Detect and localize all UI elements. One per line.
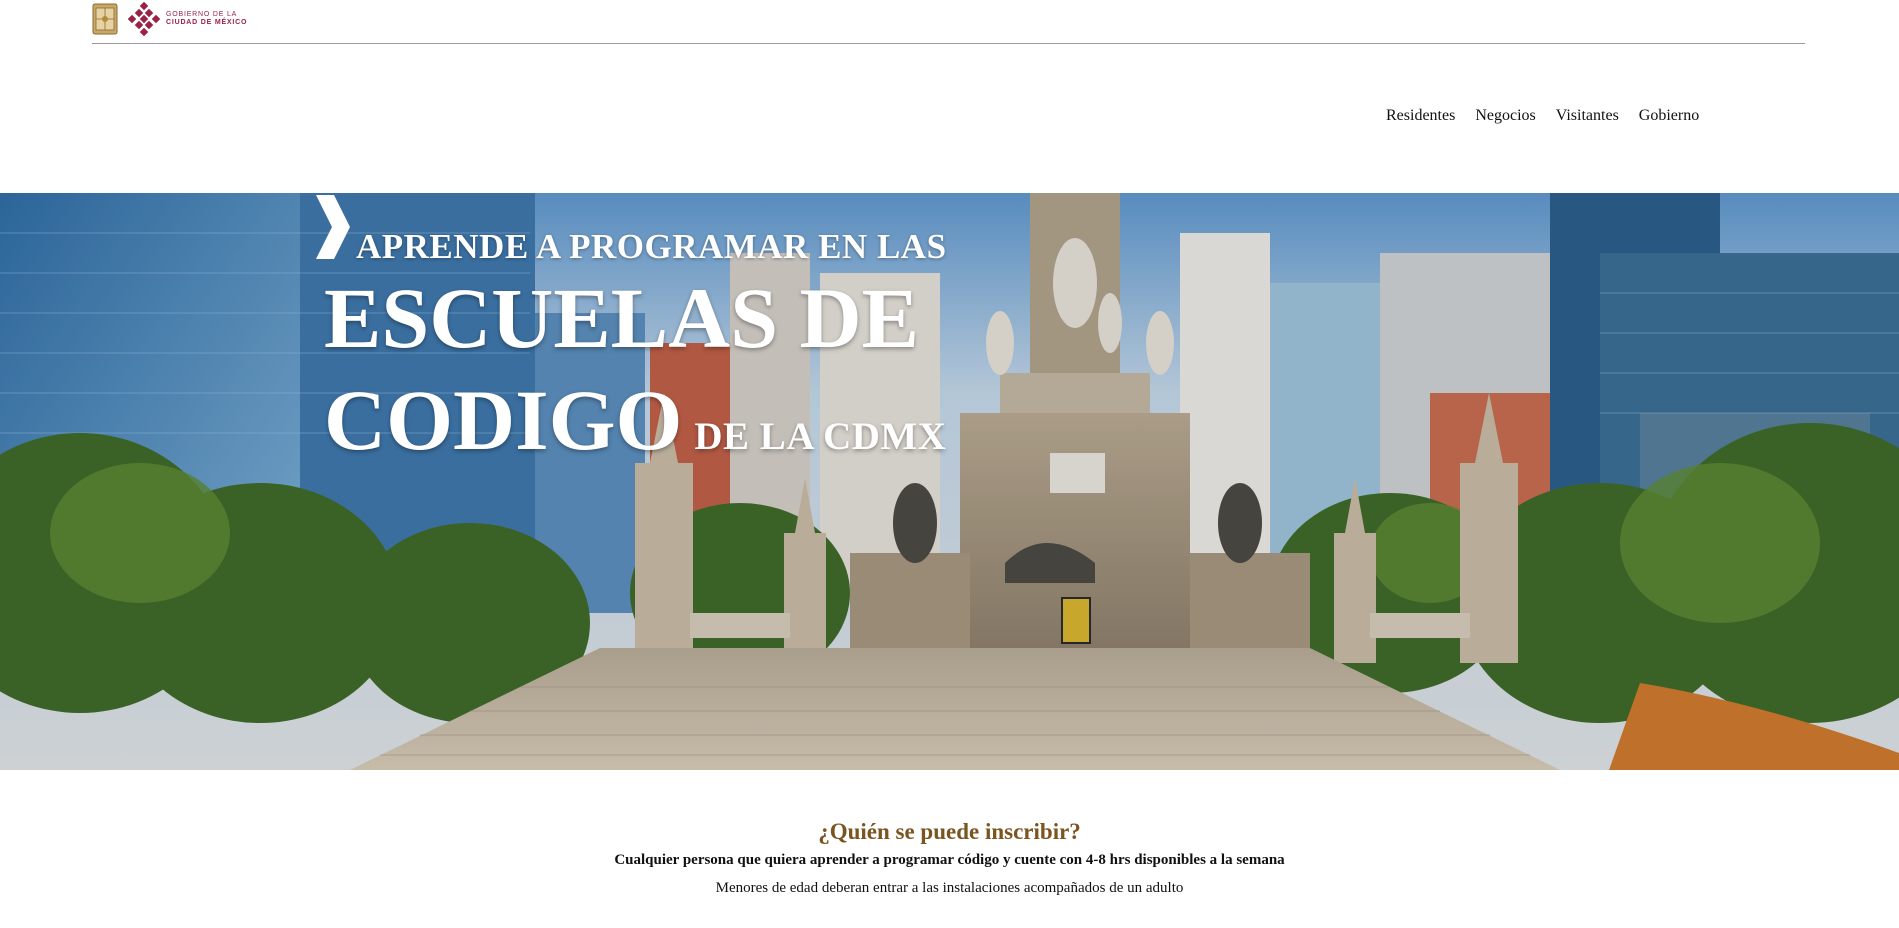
nav-item-gobierno[interactable]: Gobierno [1639, 105, 1699, 127]
gov-logo[interactable]: GOBIERNO DE LA CIUDAD DE MÉXICO [92, 2, 247, 36]
requirement-text: Cualquier persona que quiera aprender a … [614, 852, 1285, 868]
cdmx-brand-icon [128, 2, 160, 36]
coat-of-arms-icon [92, 3, 118, 35]
eligibility-section: ¿Quién se puede inscribir? Cualquier per… [0, 815, 1899, 899]
chevron-right-icon [316, 195, 350, 259]
main-nav: Residentes Negocios Visitantes Gobierno [1386, 105, 1719, 127]
gov-logo-text: GOBIERNO DE LA CIUDAD DE MÉXICO [166, 11, 247, 27]
nav-item-visitantes[interactable]: Visitantes [1556, 105, 1619, 127]
hero-banner: APRENDE A PROGRAMAR EN LAS ESCUELAS DE C… [0, 193, 1899, 770]
hero-line-3: CODIGO DE LA CDMX [324, 375, 946, 482]
hero-line-3-small: DE LA CDMX [694, 415, 947, 458]
hero-line-2: ESCUELAS DE [324, 270, 920, 366]
section-heading: ¿Quién se puede inscribir? [818, 819, 1081, 844]
hero-line-1: APRENDE A PROGRAMAR EN LAS [356, 227, 947, 266]
logo-line-2: CIUDAD DE MÉXICO [166, 19, 248, 26]
hero-line-3-main: CODIGO [324, 372, 683, 468]
nav-item-negocios[interactable]: Negocios [1475, 105, 1535, 127]
minors-note: Menores de edad deberan entrar a las ins… [715, 880, 1184, 896]
logo-line-1: GOBIERNO DE LA [166, 11, 238, 18]
nav-item-residentes[interactable]: Residentes [1386, 105, 1455, 127]
gov-header-bar: GOBIERNO DE LA CIUDAD DE MÉXICO [92, 0, 1805, 44]
hero-background-image [0, 193, 1899, 770]
